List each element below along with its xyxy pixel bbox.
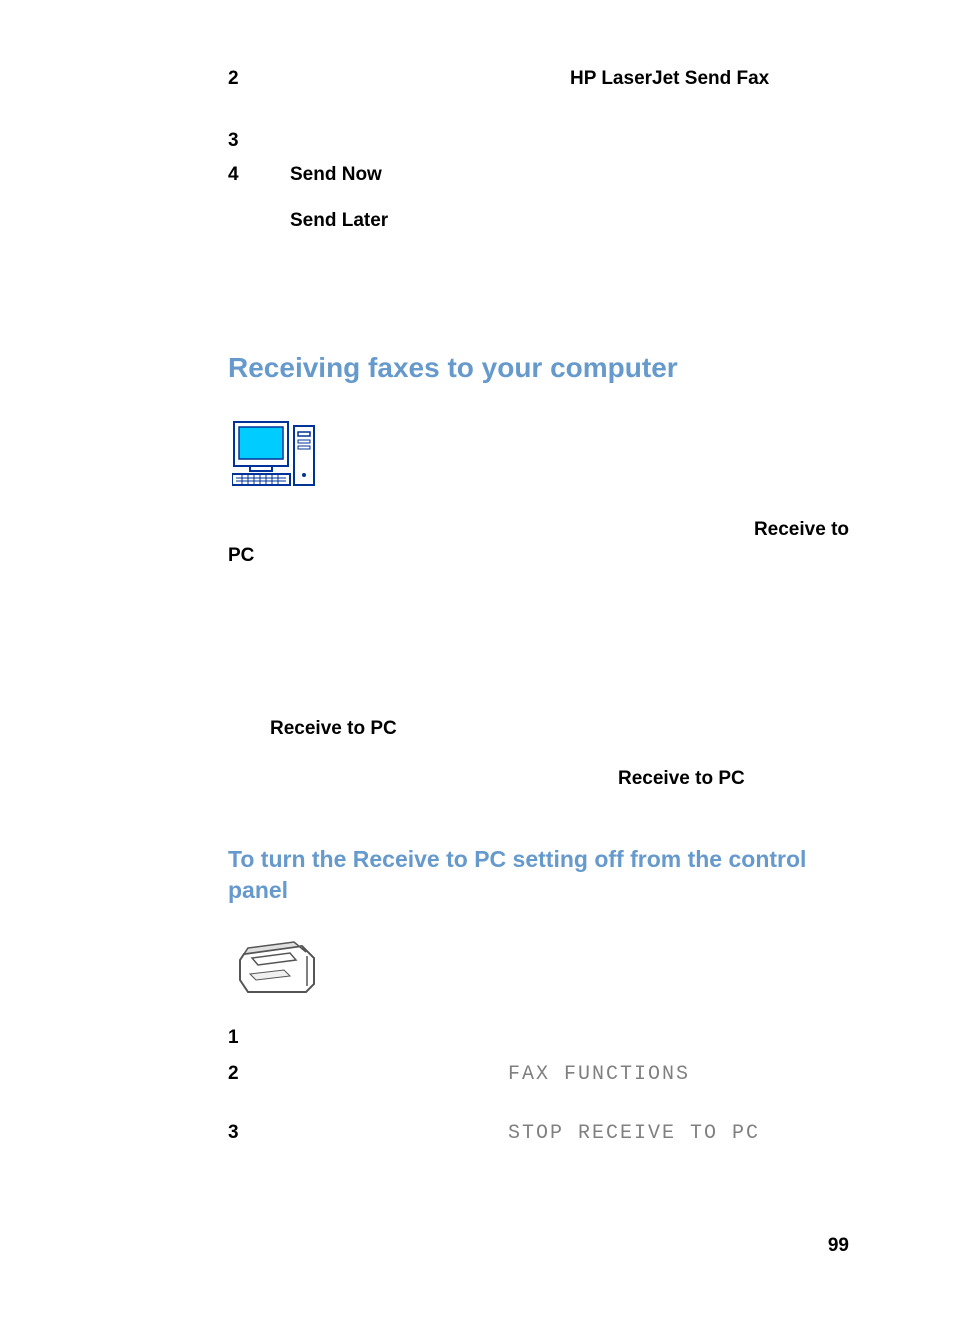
step-3-row: 3 [228, 130, 849, 152]
receive-to-pc-bold-1: Receive to PC [270, 718, 397, 739]
lower-step-number-2: 2 [228, 1063, 290, 1085]
receive-to-pc-indent: Receive to PC [270, 718, 849, 740]
printer-icon [234, 936, 849, 1003]
lower-step-1-row: 1 [228, 1027, 849, 1049]
step-number-3: 3 [228, 130, 290, 152]
lower-step-3-row: 3 STOP RECEIVE TO PC [228, 1122, 849, 1145]
lower-step-2-content: FAX FUNCTIONS [290, 1063, 849, 1086]
lower-step-2-row: 2 FAX FUNCTIONS [228, 1063, 849, 1086]
step-2-row: 2 HP LaserJet Send Fax [228, 68, 849, 90]
hp-laserjet-send-fax-label: HP LaserJet Send Fax [290, 68, 769, 89]
receive-to-pc-line-2: Receive to PC [228, 768, 849, 790]
receive-to-pc-paragraph: Receive to PC [228, 517, 849, 568]
step-number-4: 4 [228, 164, 290, 186]
heading-turn-off-receive: To turn the Receive to PC setting off fr… [228, 844, 849, 906]
step-2-content: HP LaserJet Send Fax [290, 68, 849, 90]
pc-label: PC [228, 545, 254, 566]
send-later-row: Send Later [290, 210, 849, 232]
lower-step-number-1: 1 [228, 1027, 290, 1049]
receive-to-pc-bold-2: Receive to PC [618, 768, 745, 789]
computer-icon [232, 420, 849, 493]
receive-to-label: Receive to [754, 517, 849, 543]
lower-step-number-3: 3 [228, 1122, 290, 1144]
fax-functions-lcd: FAX FUNCTIONS [508, 1063, 690, 1086]
send-now-label: Send Now [290, 164, 849, 186]
step-4-row: 4 Send Now [228, 164, 849, 186]
step-number-2: 2 [228, 68, 290, 90]
stop-receive-lcd: STOP RECEIVE TO PC [508, 1122, 760, 1145]
page-number: 99 [828, 1235, 849, 1257]
page-content: 2 HP LaserJet Send Fax 3 4 Send Now Send… [0, 0, 954, 1145]
lower-step-3-content: STOP RECEIVE TO PC [290, 1122, 849, 1145]
send-later-label: Send Later [290, 210, 388, 231]
heading-receiving-faxes: Receiving faxes to your computer [228, 352, 849, 384]
